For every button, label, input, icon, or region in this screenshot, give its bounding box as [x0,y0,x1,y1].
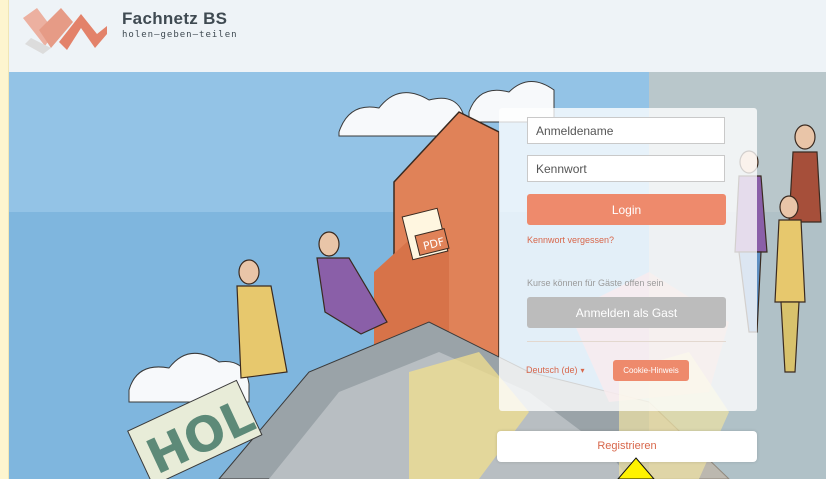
cursor-arrow-icon [617,457,655,479]
login-button[interactable]: Login [527,194,726,225]
forgot-password-link[interactable]: Kennwort vergessen? [527,235,614,245]
username-input[interactable] [527,117,725,144]
password-input[interactable] [527,155,725,182]
guest-note: Kurse können für Gäste offen sein [527,278,664,288]
brand-tagline: holen–geben–teilen [122,30,238,40]
guest-login-button[interactable]: Anmelden als Gast [527,297,726,328]
brand-name: Fachnetz BS [122,9,228,28]
cookie-notice-button[interactable]: Cookie-Hinweis [613,360,689,381]
language-selector[interactable]: Deutsch (de) ▾ [526,365,585,375]
chevron-down-icon: ▾ [580,366,585,375]
language-label: Deutsch (de) [526,365,578,375]
login-panel: Login Kennwort vergessen? Kurse können f… [499,108,757,411]
divider [527,341,726,342]
fachnetz-logo-icon[interactable] [21,4,109,58]
browser-viewport: Fachnetz BS holen–geben–teilen PDF HOL A… [8,0,826,479]
site-header: Fachnetz BS holen–geben–teilen [9,0,826,73]
